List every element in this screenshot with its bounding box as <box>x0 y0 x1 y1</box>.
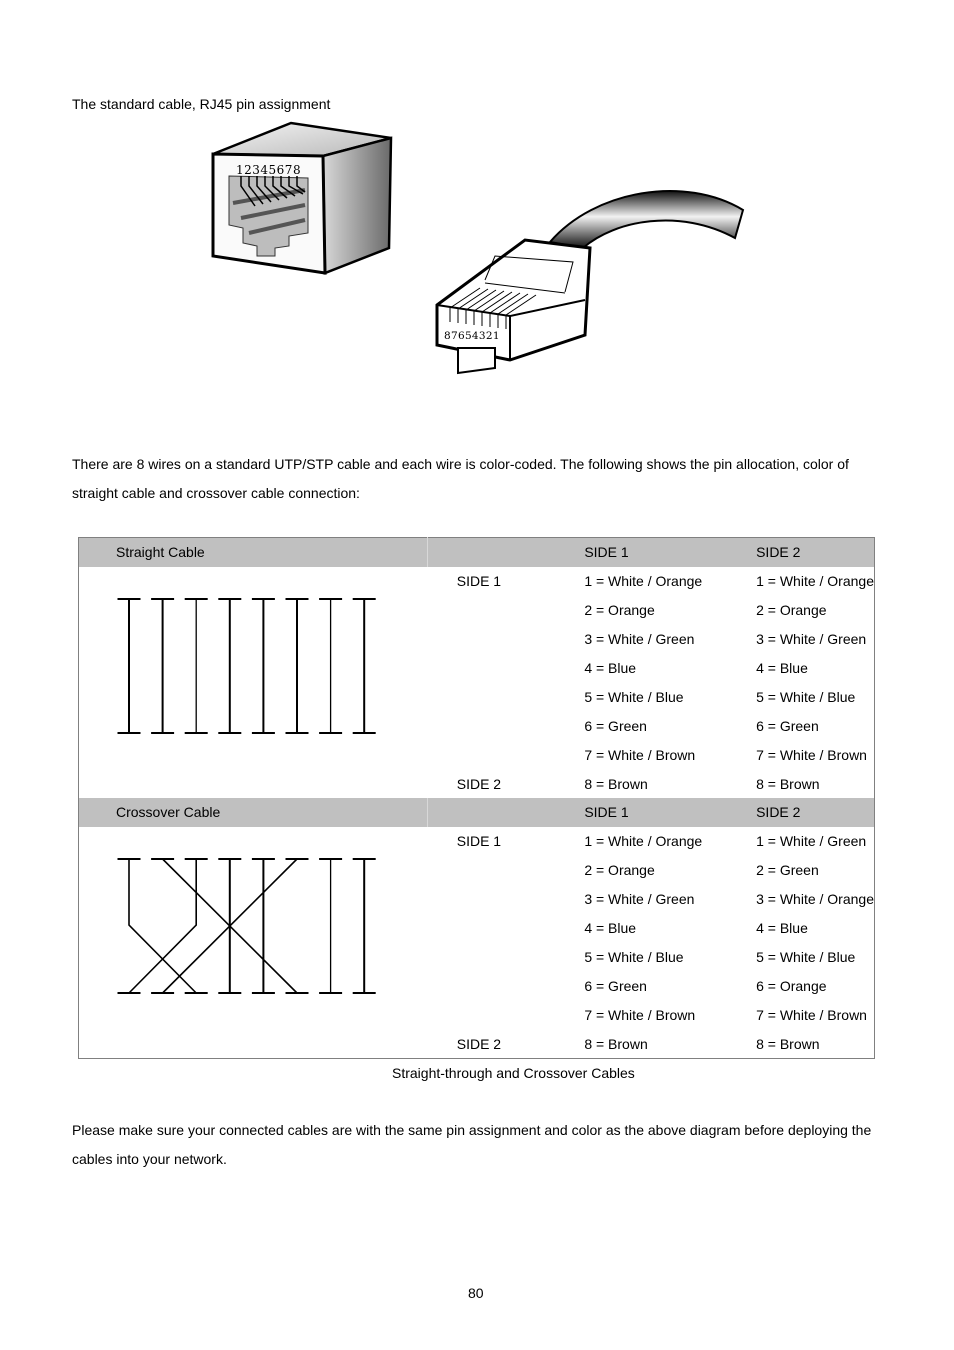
straight-side2-pin: 1 = White / Orange <box>756 573 874 590</box>
crossover-side1-pin: 4 = Blue <box>584 920 637 937</box>
crossover-col-side2: SIDE 2 <box>756 798 875 827</box>
table-caption: Straight-through and Crossover Cables <box>392 1065 635 1081</box>
intro-paragraph: There are 8 wires on a standard UTP/STP … <box>72 456 849 501</box>
plug-pin-labels: 87654321 <box>444 330 500 342</box>
crossover-side2-pin: 8 = Brown <box>756 1035 820 1052</box>
straight-row-side2-label: SIDE 2 <box>456 775 502 792</box>
crossover-side2-pin: 6 = Orange <box>756 977 827 994</box>
crossover-wire-3 <box>128 858 197 994</box>
crossover-side1-pin: 3 = White / Green <box>584 891 695 908</box>
crossover-side2-pin: 7 = White / Brown <box>756 1006 867 1023</box>
crossover-cable-title: Crossover Cable <box>78 798 428 827</box>
straight-side2-pin: 2 = Orange <box>756 602 827 619</box>
intro-title: The standard cable, RJ45 pin assignment <box>72 96 331 112</box>
straight-side2-pin: 7 = White / Brown <box>756 746 867 763</box>
straight-col-side2: SIDE 2 <box>756 537 875 567</box>
straight-side1-pin: 8 = Brown <box>584 775 648 792</box>
straight-side2-pin: 6 = Green <box>756 717 819 734</box>
table-row: SIDE 1 1 = White / Orange 1 = White / Gr… <box>79 827 875 994</box>
straight-col-side1: SIDE 1 <box>584 537 757 567</box>
table-row: SIDE 1 1 = White / Orange 1 = White / Or… <box>79 567 875 734</box>
page-number: 80 <box>468 1285 484 1301</box>
straight-side1-pin: 5 = White / Blue <box>584 688 684 705</box>
crossover-row-side1-label: SIDE 1 <box>456 833 502 850</box>
pin-assignment-table: Straight Cable SIDE 1 SIDE 2 SIDE 1 1 = … <box>78 537 875 1060</box>
closing-paragraph: Please make sure your connected cables a… <box>72 1122 872 1167</box>
crossover-col-side1: SIDE 1 <box>584 798 757 827</box>
crossover-header-row: Crossover Cable SIDE 1 SIDE 2 <box>78 798 875 827</box>
crossover-side2-pin: 4 = Blue <box>756 920 808 937</box>
straight-side1-pin: 4 = Blue <box>584 660 637 676</box>
crossover-side1-pin: 7 = White / Brown <box>584 1006 696 1023</box>
crossover-side1-pin: 2 = Orange <box>584 862 655 879</box>
straight-side1-pin: 1 = White / Orange <box>584 573 703 590</box>
crossover-side2-pin: 5 = White / Blue <box>756 948 856 965</box>
straight-side1-pin: 7 = White / Brown <box>584 746 696 763</box>
straight-cable-title: Straight Cable <box>78 537 428 567</box>
crossover-wiring-diagram <box>117 857 376 994</box>
straight-wiring-diagram-cell <box>79 567 428 798</box>
straight-side2-pin: 3 = White / Green <box>756 631 867 648</box>
straight-side1-pin: 6 = Green <box>584 717 647 734</box>
straight-wiring-diagram <box>117 597 376 734</box>
crossover-side1-pin: 1 = White / Orange <box>584 833 703 850</box>
crossover-side1-pin: 5 = White / Blue <box>584 948 684 965</box>
rj45-plug-illustration: 87654321 <box>435 190 745 375</box>
crossover-side2-pin: 3 = White / Orange <box>756 891 874 908</box>
straight-side2-pin: 8 = Brown <box>756 775 820 792</box>
jack-pin-labels: 12345678 <box>236 163 301 177</box>
crossover-side2-pin: 1 = White / Green <box>756 833 867 850</box>
straight-side2-pin: 4 = Blue <box>756 660 808 676</box>
straight-row-side1-label: SIDE 1 <box>456 573 502 590</box>
crossover-row-side2-label: SIDE 2 <box>456 1035 502 1052</box>
straight-header-row: Straight Cable SIDE 1 SIDE 2 <box>78 537 875 567</box>
straight-side1-pin: 3 = White / Green <box>584 631 695 648</box>
crossover-side2-pin: 2 = Green <box>756 862 819 879</box>
rj45-jack-illustration: 12345678 <box>211 121 393 275</box>
straight-side1-pin: 2 = Orange <box>584 602 655 619</box>
straight-side2-pin: 5 = White / Blue <box>756 688 856 705</box>
crossover-wiring-diagram-cell <box>79 827 428 1059</box>
crossover-wire-1 <box>128 858 197 994</box>
crossover-side1-pin: 6 = Green <box>584 977 647 994</box>
crossover-side1-pin: 8 = Brown <box>584 1035 648 1052</box>
